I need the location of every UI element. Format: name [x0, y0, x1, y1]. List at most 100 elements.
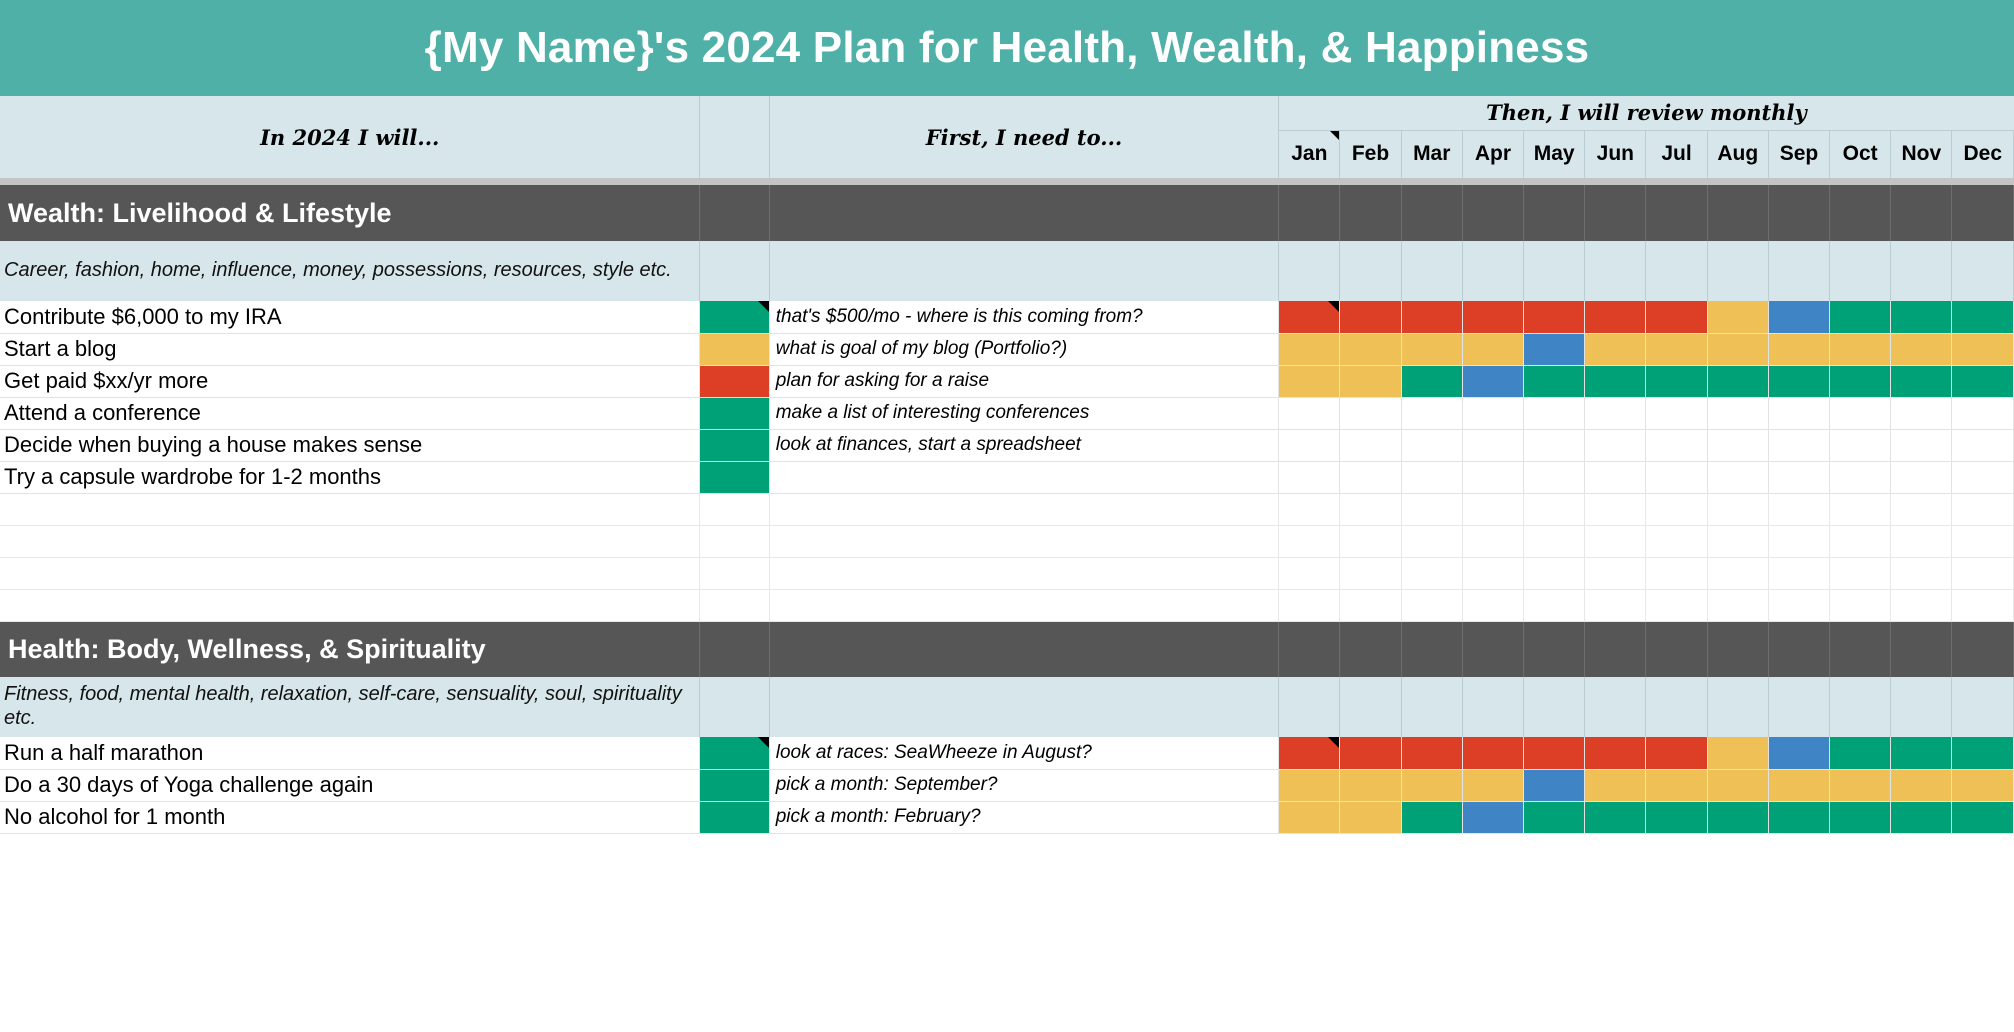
goal-text[interactable]: No alcohol for 1 month — [0, 801, 701, 834]
empty-month-cell[interactable] — [1462, 557, 1525, 590]
month-cell-dec[interactable] — [1951, 801, 2014, 834]
month-cell-mar[interactable] — [1400, 397, 1463, 430]
month-header-apr[interactable]: Apr — [1461, 130, 1525, 178]
month-cell-mar[interactable] — [1400, 801, 1463, 834]
month-cell-jul[interactable] — [1645, 737, 1708, 770]
empty-month-cell[interactable] — [1584, 493, 1647, 526]
month-cell-jun[interactable] — [1584, 333, 1647, 366]
month-cell-jan[interactable] — [1278, 461, 1341, 494]
month-cell-aug[interactable] — [1706, 397, 1769, 430]
first-step-text[interactable]: look at races: SeaWheeze in August? — [769, 737, 1280, 770]
empty-month-cell[interactable] — [1890, 493, 1953, 526]
header-status-column[interactable] — [699, 96, 770, 178]
empty-month-cell[interactable] — [1584, 525, 1647, 558]
empty-goal-cell[interactable] — [0, 589, 701, 622]
month-cell-apr[interactable] — [1461, 365, 1525, 398]
status-swatch[interactable] — [699, 397, 770, 430]
month-cell-may[interactable] — [1523, 301, 1586, 334]
empty-month-cell[interactable] — [1951, 493, 2014, 526]
empty-month-cell[interactable] — [1707, 525, 1769, 558]
month-header-may[interactable]: May — [1523, 130, 1586, 178]
month-cell-oct[interactable] — [1829, 365, 1892, 398]
month-cell-jul[interactable] — [1645, 333, 1708, 366]
month-cell-feb[interactable] — [1339, 737, 1402, 770]
month-cell-oct[interactable] — [1829, 429, 1892, 462]
empty-month-cell[interactable] — [1523, 589, 1586, 622]
empty-month-cell[interactable] — [1645, 589, 1708, 622]
month-cell-sep[interactable] — [1767, 301, 1831, 334]
status-swatch[interactable] — [699, 365, 770, 398]
month-cell-dec[interactable] — [1951, 429, 2014, 462]
month-cell-aug[interactable] — [1706, 737, 1769, 770]
month-cell-apr[interactable] — [1461, 429, 1525, 462]
empty-month-cell[interactable] — [1401, 589, 1463, 622]
empty-first-cell[interactable] — [769, 493, 1280, 526]
month-cell-jul[interactable] — [1645, 461, 1708, 494]
month-cell-nov[interactable] — [1890, 333, 1953, 366]
month-cell-sep[interactable] — [1767, 429, 1831, 462]
month-cell-aug[interactable] — [1706, 429, 1769, 462]
empty-month-cell[interactable] — [1707, 493, 1769, 526]
first-step-text[interactable]: pick a month: September? — [769, 769, 1280, 802]
empty-goal-cell[interactable] — [0, 525, 701, 558]
month-cell-may[interactable] — [1523, 365, 1586, 398]
status-swatch[interactable] — [699, 461, 770, 494]
month-cell-dec[interactable] — [1951, 737, 2014, 770]
empty-month-cell[interactable] — [1768, 589, 1831, 622]
empty-month-cell[interactable] — [1523, 493, 1586, 526]
empty-month-cell[interactable] — [1339, 525, 1402, 558]
empty-month-cell[interactable] — [1584, 589, 1647, 622]
month-cell-mar[interactable] — [1400, 365, 1463, 398]
goal-text[interactable]: Try a capsule wardrobe for 1-2 months — [0, 461, 701, 494]
empty-status-cell[interactable] — [699, 589, 770, 622]
empty-month-cell[interactable] — [1645, 525, 1708, 558]
month-cell-may[interactable] — [1523, 737, 1586, 770]
month-cell-mar[interactable] — [1400, 333, 1463, 366]
month-cell-nov[interactable] — [1890, 397, 1953, 430]
month-cell-sep[interactable] — [1767, 769, 1831, 802]
empty-month-cell[interactable] — [1462, 589, 1525, 622]
month-cell-oct[interactable] — [1829, 397, 1892, 430]
empty-status-cell[interactable] — [699, 493, 770, 526]
status-swatch[interactable] — [699, 769, 770, 802]
month-cell-may[interactable] — [1523, 333, 1586, 366]
empty-status-cell[interactable] — [699, 557, 770, 590]
month-cell-mar[interactable] — [1400, 429, 1463, 462]
month-cell-sep[interactable] — [1767, 365, 1831, 398]
month-cell-nov[interactable] — [1890, 429, 1953, 462]
month-cell-apr[interactable] — [1461, 769, 1525, 802]
empty-month-cell[interactable] — [1278, 493, 1341, 526]
month-cell-feb[interactable] — [1339, 365, 1402, 398]
month-cell-apr[interactable] — [1461, 461, 1525, 494]
empty-month-cell[interactable] — [1890, 525, 1953, 558]
empty-goal-cell[interactable] — [0, 493, 701, 526]
month-cell-aug[interactable] — [1706, 769, 1769, 802]
status-swatch[interactable] — [699, 737, 770, 770]
month-cell-jun[interactable] — [1584, 769, 1647, 802]
goal-text[interactable]: Attend a conference — [0, 397, 701, 430]
empty-month-cell[interactable] — [1829, 525, 1892, 558]
month-cell-mar[interactable] — [1400, 769, 1463, 802]
month-header-dec[interactable]: Dec — [1951, 130, 2014, 178]
month-cell-apr[interactable] — [1461, 333, 1525, 366]
month-cell-sep[interactable] — [1767, 461, 1831, 494]
empty-status-cell[interactable] — [699, 525, 770, 558]
month-header-mar[interactable]: Mar — [1400, 130, 1463, 178]
month-cell-jun[interactable] — [1584, 301, 1647, 334]
goal-text[interactable]: Start a blog — [0, 333, 701, 366]
month-cell-oct[interactable] — [1829, 737, 1892, 770]
month-cell-jun[interactable] — [1584, 461, 1647, 494]
empty-month-cell[interactable] — [1768, 525, 1831, 558]
month-cell-nov[interactable] — [1890, 801, 1953, 834]
month-cell-dec[interactable] — [1951, 461, 2014, 494]
month-cell-dec[interactable] — [1951, 397, 2014, 430]
month-cell-mar[interactable] — [1400, 737, 1463, 770]
empty-month-cell[interactable] — [1339, 493, 1402, 526]
goal-text[interactable]: Decide when buying a house makes sense — [0, 429, 701, 462]
empty-month-cell[interactable] — [1768, 557, 1831, 590]
goal-text[interactable]: Contribute $6,000 to my IRA — [0, 301, 701, 334]
month-cell-jul[interactable] — [1645, 397, 1708, 430]
month-header-nov[interactable]: Nov — [1890, 130, 1953, 178]
month-cell-sep[interactable] — [1767, 737, 1831, 770]
month-cell-feb[interactable] — [1339, 301, 1402, 334]
